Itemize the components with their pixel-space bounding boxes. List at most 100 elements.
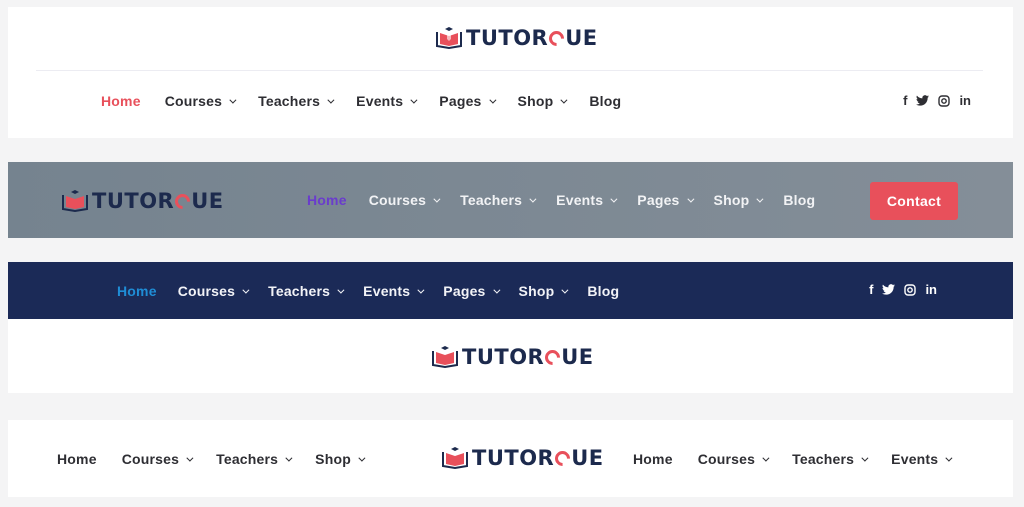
nav-label: Shop xyxy=(713,192,750,208)
nav-pages[interactable]: Pages xyxy=(439,93,496,109)
nav-label: Home xyxy=(57,451,97,467)
nav-label: Shop xyxy=(315,451,351,467)
chevron-down-icon xyxy=(229,96,237,104)
logo[interactable]: TUTOR UE xyxy=(442,446,604,470)
nav-label: Teachers xyxy=(460,192,523,208)
nav-home[interactable]: Home xyxy=(307,192,347,208)
nav-events[interactable]: Events xyxy=(891,451,953,467)
header-style-4: Home Courses Teachers Shop TUTOR UE Home … xyxy=(8,420,1013,497)
nav-pages[interactable]: Pages xyxy=(443,283,500,299)
right-nav: Home Courses Teachers Events xyxy=(633,451,975,467)
nav-label: Home xyxy=(117,283,157,299)
nav-label: Home xyxy=(633,451,673,467)
header-style-3: Home Courses Teachers Events Pages Shop … xyxy=(8,262,1013,393)
logo-text-prefix: TUTOR xyxy=(462,345,545,369)
chevron-down-icon xyxy=(529,195,537,203)
logo-text-suffix: UE xyxy=(565,26,598,50)
nav-shop[interactable]: Shop xyxy=(713,192,764,208)
chevron-down-icon xyxy=(327,96,335,104)
chevron-down-icon xyxy=(492,286,500,294)
nav-courses[interactable]: Courses xyxy=(369,192,441,208)
nav-courses[interactable]: Courses xyxy=(178,283,250,299)
nav-courses[interactable]: Courses xyxy=(164,93,237,109)
linkedin-icon[interactable]: in xyxy=(959,93,971,108)
logo-text-suffix: UE xyxy=(191,189,224,213)
nav-shop[interactable]: Shop xyxy=(315,451,366,467)
nav-label: Courses xyxy=(697,451,756,467)
book-logo-icon xyxy=(442,447,468,469)
nav-home[interactable]: Home xyxy=(57,451,97,467)
nav-label: Teachers xyxy=(268,283,331,299)
nav-shop[interactable]: Shop xyxy=(518,93,568,109)
nav-teachers[interactable]: Teachers xyxy=(460,192,537,208)
nav-events[interactable]: Events xyxy=(363,283,425,299)
nav-home[interactable]: Home xyxy=(633,451,673,467)
logo-o-ring xyxy=(172,190,194,212)
chevron-down-icon xyxy=(762,454,770,462)
nav-label: Pages xyxy=(443,283,486,299)
logo-o-ring xyxy=(546,27,568,49)
nav-teachers[interactable]: Teachers xyxy=(216,451,293,467)
nav-label: Blog xyxy=(587,283,620,299)
social-links: f in xyxy=(903,93,971,108)
logo-o-ring xyxy=(552,447,574,469)
main-nav: Home Courses Teachers Events Pages Shop … xyxy=(307,192,837,208)
book-logo-icon xyxy=(432,346,458,368)
nav-events[interactable]: Events xyxy=(356,93,418,109)
nav-teachers[interactable]: Teachers xyxy=(268,283,345,299)
chevron-down-icon xyxy=(433,195,441,203)
nav-label: Events xyxy=(891,451,939,467)
twitter-icon[interactable] xyxy=(916,95,930,106)
chevron-down-icon xyxy=(945,454,953,462)
nav-label: Events xyxy=(356,93,404,109)
logo[interactable]: TUTOR UE xyxy=(436,26,598,50)
book-logo-icon xyxy=(436,27,462,49)
chevron-down-icon xyxy=(756,195,764,203)
nav-label: Courses xyxy=(121,451,180,467)
nav-label: Home xyxy=(307,192,347,208)
twitter-icon[interactable] xyxy=(882,284,896,295)
nav-blog[interactable]: Blog xyxy=(783,192,815,208)
chevron-down-icon xyxy=(561,286,569,294)
nav-label: Teachers xyxy=(792,451,855,467)
logo-o-ring xyxy=(542,346,564,368)
nav-home[interactable]: Home xyxy=(101,93,141,109)
contact-button[interactable]: Contact xyxy=(870,182,958,220)
header-style-1: TUTOR UE Home Courses Teachers Events Pag… xyxy=(8,7,1013,138)
nav-label: Courses xyxy=(164,93,223,109)
chevron-down-icon xyxy=(358,454,366,462)
nav-label: Blog xyxy=(783,192,816,208)
logo[interactable]: TUTOR UE xyxy=(62,189,224,213)
nav-teachers[interactable]: Teachers xyxy=(792,451,869,467)
main-nav: Home Courses Teachers Events Pages Shop … xyxy=(101,93,645,109)
logo[interactable]: TUTOR UE xyxy=(432,345,594,369)
nav-label: Events xyxy=(556,192,604,208)
nav-courses[interactable]: Courses xyxy=(697,451,770,467)
nav-label: Events xyxy=(363,283,411,299)
divider xyxy=(36,70,983,71)
facebook-icon[interactable]: f xyxy=(903,93,907,108)
nav-label: Teachers xyxy=(216,451,279,467)
nav-teachers[interactable]: Teachers xyxy=(258,93,335,109)
logo-text-prefix: TUTOR xyxy=(92,189,175,213)
facebook-icon[interactable]: f xyxy=(869,282,873,297)
book-logo-icon xyxy=(62,190,88,212)
nav-home[interactable]: Home xyxy=(117,283,157,299)
nav-blog[interactable]: Blog xyxy=(587,283,619,299)
nav-shop[interactable]: Shop xyxy=(519,283,569,299)
nav-blog[interactable]: Blog xyxy=(589,93,621,109)
instagram-icon[interactable] xyxy=(904,283,917,296)
logo-text-suffix: UE xyxy=(561,345,594,369)
chevron-down-icon xyxy=(560,96,568,104)
instagram-icon[interactable] xyxy=(938,94,951,107)
nav-events[interactable]: Events xyxy=(556,192,618,208)
nav-pages[interactable]: Pages xyxy=(637,192,694,208)
nav-label: Pages xyxy=(439,93,482,109)
nav-label: Blog xyxy=(589,93,622,109)
nav-courses[interactable]: Courses xyxy=(121,451,194,467)
chevron-down-icon xyxy=(488,96,496,104)
chevron-down-icon xyxy=(417,286,425,294)
nav-label: Pages xyxy=(637,192,680,208)
linkedin-icon[interactable]: in xyxy=(925,282,937,297)
chevron-down-icon xyxy=(861,454,869,462)
